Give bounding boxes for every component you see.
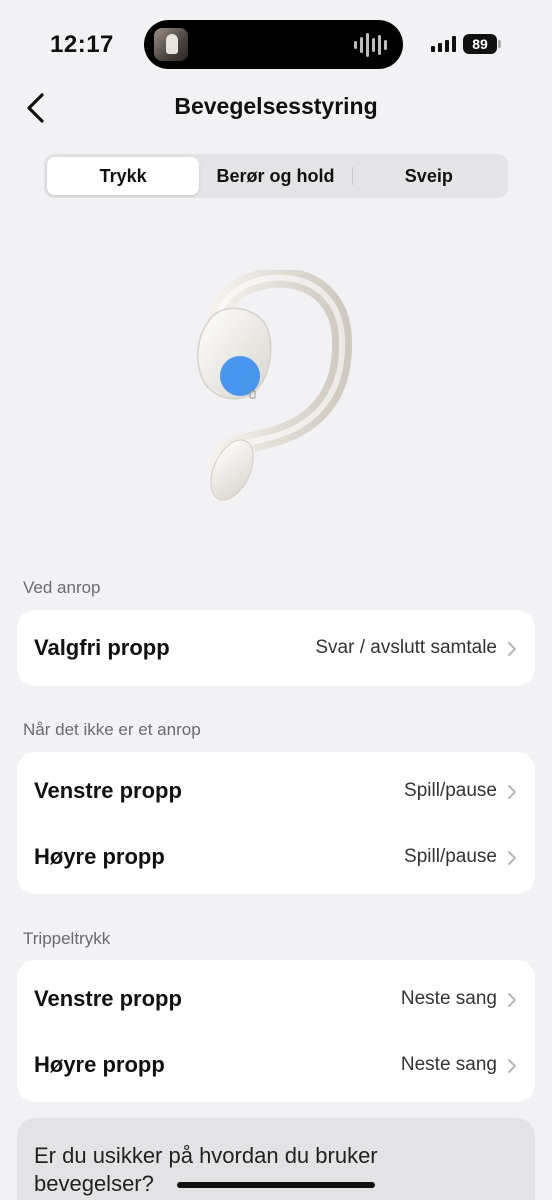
battery-icon: 89 [463,34,497,54]
chevron-right-icon [508,1059,516,1073]
page-title: Bevegelsesstyring [174,93,378,119]
chevron-right-icon [508,785,516,799]
call-settings-card: Valgfri propp Svar / avslutt samtale [17,610,535,686]
section-header-call: Ved anrop [23,578,101,597]
status-time: 12:17 [50,31,114,58]
row-label: Valgfri propp [34,635,170,660]
no-call-settings-card: Venstre propp Spill/pause Høyre propp Sp… [17,752,535,894]
chevron-right-icon [508,851,516,865]
status-bar: 12:17 89 [0,0,552,90]
chevron-right-icon [508,642,516,656]
row-value: Neste sang [400,988,497,1009]
row-value: Spill/pause [404,846,497,867]
home-indicator[interactable] [177,1182,375,1188]
row-value: Svar / avslutt samtale [315,637,497,658]
row-label: Venstre propp [34,778,182,803]
row-label: Venstre propp [34,986,182,1011]
cellular-signal-icon [431,36,456,52]
gesture-type-tabs: Trykk Berør og hold Sveip [44,154,508,198]
battery-tip [498,40,501,48]
section-header-no-call: Når det ikke er et anrop [23,720,201,739]
row-label: Høyre propp [34,1052,165,1077]
dynamic-island[interactable] [144,20,403,69]
chevron-right-icon [508,993,516,1007]
tab-beror-og-hold[interactable]: Berør og hold [199,157,351,195]
earbud-illustration [196,270,353,501]
row-triple-right-bud[interactable]: Høyre propp Neste sang [17,1032,535,1098]
now-playing-artwork [154,28,188,61]
row-call-any-bud[interactable]: Valgfri propp Svar / avslutt samtale [17,615,535,681]
help-text: Er du usikker på hvordan du bruker beveg… [34,1143,378,1196]
row-triple-left-bud[interactable]: Venstre propp Neste sang [17,966,535,1032]
tab-trykk[interactable]: Trykk [47,157,200,195]
section-header-triple-tap: Trippeltrykk [23,929,111,948]
row-no-call-left-bud[interactable]: Venstre propp Spill/pause [17,758,535,824]
tab-sveip[interactable]: Sveip [353,157,505,195]
triple-tap-settings-card: Venstre propp Neste sang Høyre propp Nes… [17,960,535,1102]
row-label: Høyre propp [34,844,165,869]
row-value: Spill/pause [404,780,497,801]
row-value: Neste sang [400,1054,497,1075]
row-no-call-right-bud[interactable]: Høyre propp Spill/pause [17,824,535,890]
audio-waveform-icon [354,32,387,58]
